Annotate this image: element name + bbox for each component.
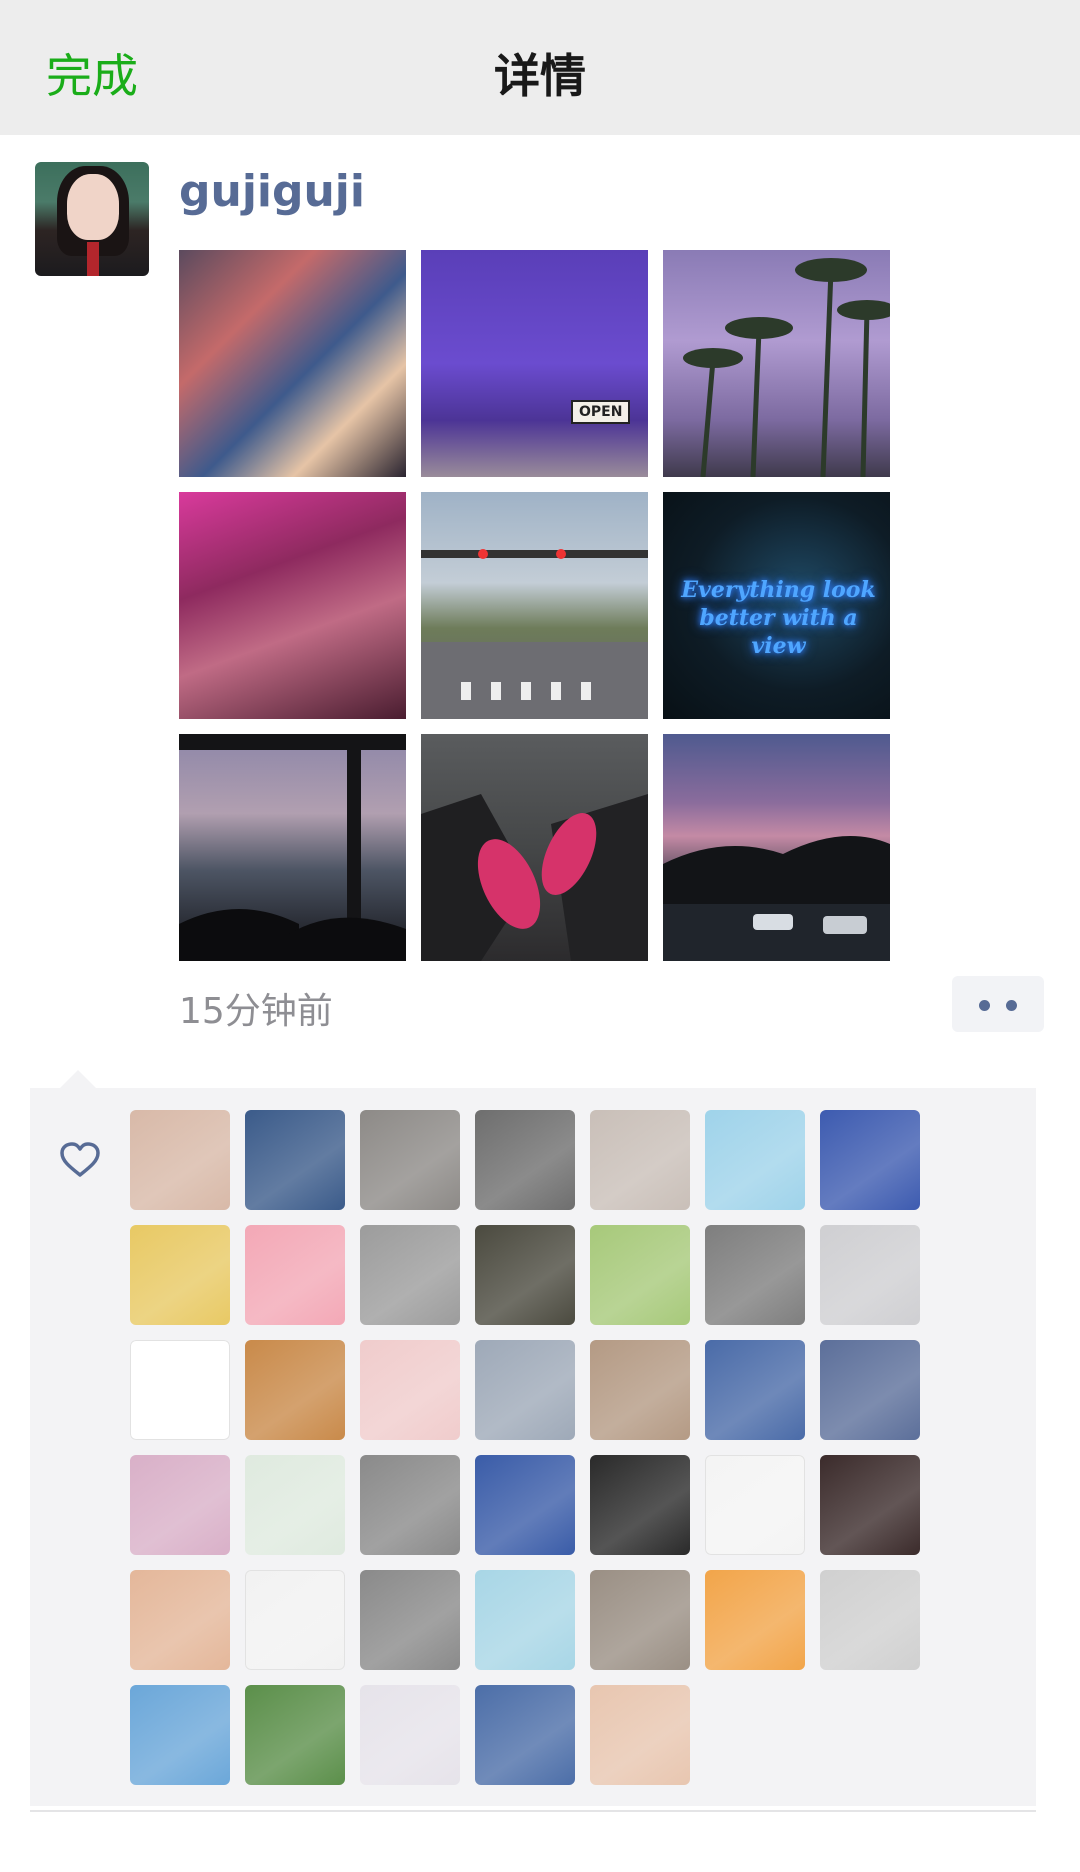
photo-dusk-road[interactable] xyxy=(663,734,890,961)
liker-avatar-black-hair-sunglasses[interactable] xyxy=(590,1455,690,1555)
liker-avatar-red-sports-car[interactable] xyxy=(360,1110,460,1210)
photo-poster-wall[interactable] xyxy=(179,250,406,477)
liker-avatar-cat-closeup[interactable] xyxy=(590,1340,690,1440)
liker-avatar-mountain-lake[interactable] xyxy=(245,1685,345,1785)
dot-icon xyxy=(979,1000,990,1011)
liker-avatar-cloudy-sky[interactable] xyxy=(475,1340,575,1440)
liker-avatar-orange-cat[interactable] xyxy=(590,1685,690,1785)
liker-avatar-bob-hair-girl[interactable] xyxy=(820,1455,920,1555)
liker-avatar-pink-pig[interactable] xyxy=(245,1225,345,1325)
liker-avatar-blue-anime-figure[interactable] xyxy=(820,1340,920,1440)
photo-bus-window[interactable] xyxy=(179,734,406,961)
liker-avatar-tom-cartoon[interactable] xyxy=(705,1340,805,1440)
more-actions-button[interactable] xyxy=(952,976,1044,1032)
liker-avatar-flower-dress-girl[interactable] xyxy=(475,1455,575,1555)
liker-avatar-blue-flowers[interactable] xyxy=(820,1110,920,1210)
liker-avatar-long-hair-drawing[interactable] xyxy=(130,1570,230,1670)
liker-avatar-flower-crown-girl[interactable] xyxy=(590,1570,690,1670)
liker-avatar-anime-blue-hair[interactable] xyxy=(705,1110,805,1210)
avatar-face xyxy=(67,174,119,240)
liker-avatar-bw-woman-cat[interactable] xyxy=(360,1570,460,1670)
photo-palm-trees[interactable] xyxy=(663,250,890,477)
liker-avatar-bw-anime[interactable] xyxy=(705,1225,805,1325)
liker-avatar-silver-car[interactable] xyxy=(820,1225,920,1325)
liker-avatar-anime-girl-kimono[interactable] xyxy=(590,1225,690,1325)
liker-avatar-marble-bust[interactable] xyxy=(360,1225,460,1325)
open-sign: OPEN xyxy=(571,400,631,424)
palm-silhouettes xyxy=(683,258,890,477)
liker-avatar-sunglasses-man[interactable] xyxy=(360,1455,460,1555)
liker-avatar-shiba-dog[interactable] xyxy=(245,1340,345,1440)
avatar-tie xyxy=(87,242,99,276)
liker-avatar-wayfarer-logo[interactable] xyxy=(475,1225,575,1325)
neon-sign-text: Everything look better with a view xyxy=(681,577,876,659)
photo-purple-shopfront[interactable]: OPEN xyxy=(421,250,648,477)
liker-avatar-girl-portrait[interactable] xyxy=(130,1110,230,1210)
liker-avatar-seaside-man[interactable] xyxy=(130,1685,230,1785)
sneakers-scene xyxy=(421,794,648,961)
bottom-divider xyxy=(30,1810,1036,1812)
dot-icon xyxy=(1006,1000,1017,1011)
liker-avatar-ghost-doodle[interactable] xyxy=(705,1455,805,1555)
liker-avatar-tiger-sketch[interactable] xyxy=(245,1570,345,1670)
likes-panel-arrow xyxy=(58,1070,98,1090)
liker-avatar-shadow-girl[interactable] xyxy=(590,1110,690,1210)
liker-avatar-alice-cartoon[interactable] xyxy=(130,1225,230,1325)
liker-avatar-cat-sketch[interactable] xyxy=(820,1570,920,1670)
post-time: 15分钟前 xyxy=(179,991,333,1032)
liker-avatar-cherry-blossom[interactable] xyxy=(130,1455,230,1555)
liker-avatar-anime-straw-hat[interactable] xyxy=(705,1570,805,1670)
liker-avatar-giraffe-drawing[interactable] xyxy=(245,1455,345,1555)
page-title: 详情 xyxy=(494,49,586,103)
street-scene xyxy=(421,549,648,719)
liker-avatar-sesshomaru[interactable] xyxy=(360,1685,460,1785)
author-name[interactable]: gujiguji xyxy=(179,166,365,217)
nav-bar: 完成 详情 xyxy=(0,0,1080,135)
liker-avatar-city-aerial[interactable] xyxy=(245,1110,345,1210)
bus-window-frame xyxy=(179,734,406,961)
photo-neon-street[interactable] xyxy=(179,492,406,719)
heart-icon xyxy=(60,1142,100,1177)
author-avatar[interactable] xyxy=(35,162,149,276)
photo-crosswalk[interactable] xyxy=(421,492,648,719)
photo-grid: OPEN Everything look better with a view xyxy=(179,250,891,962)
photo-pink-sneakers[interactable] xyxy=(421,734,648,961)
dusk-road-scene xyxy=(663,836,890,961)
liker-avatar-anime-dark-hair[interactable] xyxy=(475,1685,575,1785)
liker-avatar-anime-sketch-girl[interactable] xyxy=(360,1340,460,1440)
photo-neon-sign[interactable]: Everything look better with a view xyxy=(663,492,890,719)
liker-avatar-green-blur[interactable] xyxy=(475,1570,575,1670)
liker-avatar-hamster-sticker[interactable] xyxy=(130,1340,230,1440)
liker-avatar-bw-sleeping[interactable] xyxy=(475,1110,575,1210)
